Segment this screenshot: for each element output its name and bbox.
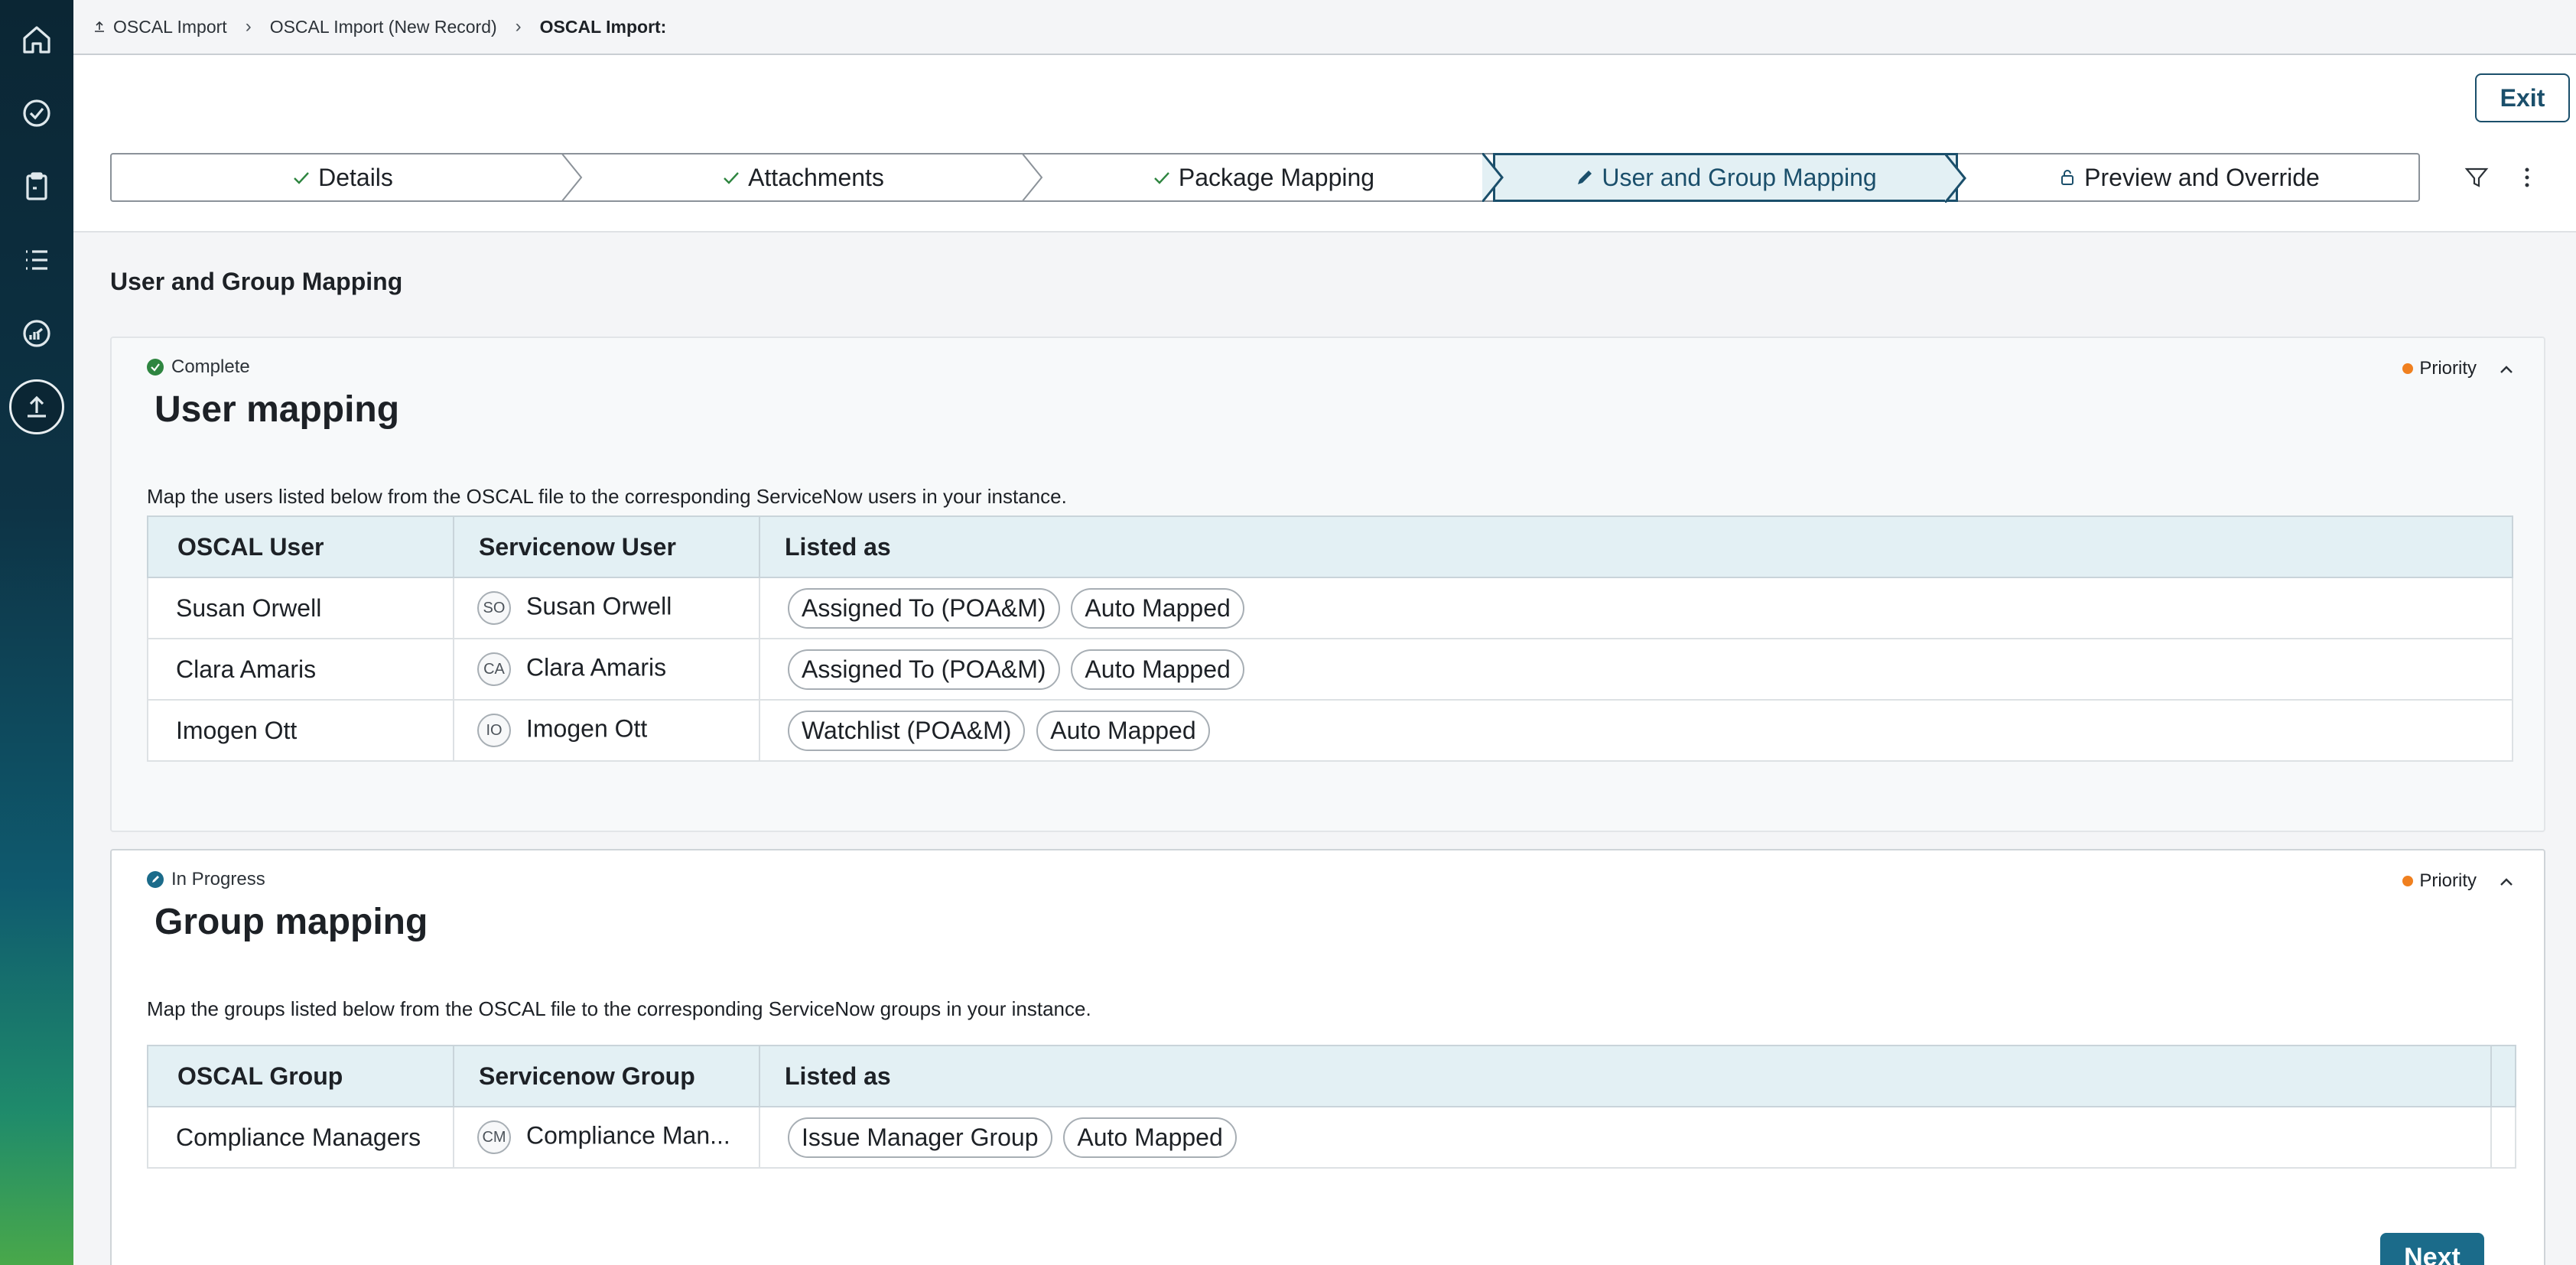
oscal-group-cell: Compliance Managers: [147, 1106, 454, 1169]
step-divider: [561, 153, 583, 202]
auto-mapped-tag: Auto Mapped: [1036, 710, 1210, 751]
group-mapping-card: In Progress Priority Group mapping Map t…: [110, 849, 2545, 1265]
servicenow-group-cell[interactable]: CM Compliance Man...: [453, 1106, 760, 1169]
servicenow-user-cell[interactable]: SO Susan Orwell: [453, 577, 760, 639]
check-icon: [724, 172, 739, 184]
auto-mapped-tag: Auto Mapped: [1071, 587, 1244, 629]
avatar: SO: [477, 591, 511, 625]
listed-as-tag: Issue Manager Group: [788, 1117, 1052, 1158]
breadcrumb-item-oscal-import[interactable]: OSCAL Import: [92, 17, 227, 37]
column-header[interactable]: Servicenow Group: [453, 1045, 760, 1107]
listed-as-cell: Assigned To (POA&M) Auto Mapped: [759, 577, 2513, 639]
next-button[interactable]: Next: [2380, 1233, 2484, 1265]
list-icon[interactable]: [9, 233, 64, 288]
chevron-up-icon[interactable]: [2496, 359, 2516, 379]
section-title: User and Group Mapping: [110, 268, 403, 295]
table-header-row: OSCAL User Servicenow User Listed as: [147, 515, 2513, 578]
table-row[interactable]: Susan Orwell SO Susan Orwell Assigned To …: [147, 577, 2513, 639]
chevron-up-icon[interactable]: [2496, 872, 2516, 892]
status-badge: Complete: [147, 356, 250, 378]
check-icon: [1154, 172, 1169, 184]
step-attachments[interactable]: Attachments: [572, 153, 1043, 202]
group-mapping-table: OSCAL Group Servicenow Group Listed as C…: [147, 1045, 2516, 1169]
column-header[interactable]: OSCAL User: [147, 515, 454, 578]
table-row[interactable]: Compliance Managers CM Compliance Man... …: [147, 1106, 2516, 1169]
main-content: User and Group Mapping Complete Priority…: [73, 233, 2576, 1265]
column-header[interactable]: Listed as: [759, 1045, 2492, 1107]
listed-as-tag: Watchlist (POA&M): [788, 710, 1026, 751]
in-progress-icon: [147, 871, 164, 888]
card-title: User mapping: [154, 389, 400, 430]
priority-dot-icon: [2402, 363, 2414, 374]
scrollbar-gutter: [2490, 1045, 2516, 1107]
step-user-group-mapping[interactable]: User and Group Mapping: [1493, 153, 1966, 203]
auto-mapped-tag: Auto Mapped: [1063, 1117, 1237, 1158]
filter-icon[interactable]: [2463, 164, 2490, 191]
status-badge: In Progress: [147, 869, 265, 890]
breadcrumb-item-current: OSCAL Import:: [539, 16, 667, 37]
listed-as-cell: Watchlist (POA&M) Auto Mapped: [759, 699, 2513, 762]
priority-indicator: Priority: [2402, 870, 2477, 892]
check-circle-icon: [147, 359, 164, 376]
wizard-header: Exit Details Attachments Package Mapping…: [73, 55, 2576, 233]
home-icon[interactable]: [9, 12, 64, 67]
servicenow-user-cell[interactable]: IO Imogen Ott: [453, 699, 760, 762]
breadcrumb-item-new-record[interactable]: OSCAL Import (New Record): [270, 17, 497, 37]
table-row[interactable]: Imogen Ott IO Imogen Ott Watchlist (POA&M…: [147, 699, 2513, 762]
table-header-row: OSCAL Group Servicenow Group Listed as: [147, 1045, 2516, 1107]
column-header[interactable]: OSCAL Group: [147, 1045, 454, 1107]
breadcrumb: OSCAL Import › OSCAL Import (New Record)…: [73, 0, 2576, 55]
avatar: CA: [477, 652, 511, 686]
wizard-stepper: Details Attachments Package Mapping User…: [110, 153, 2420, 203]
chevron-right-icon: ›: [245, 16, 252, 37]
step-divider: [1022, 153, 1043, 202]
left-nav-rail: [0, 0, 73, 1265]
check-circle-icon[interactable]: [9, 86, 64, 141]
column-header[interactable]: Listed as: [759, 515, 2513, 578]
step-package-mapping[interactable]: Package Mapping: [1033, 153, 1504, 202]
clipboard-icon[interactable]: [9, 159, 64, 214]
oscal-user-cell: Susan Orwell: [147, 577, 454, 639]
user-mapping-table: OSCAL User Servicenow User Listed as Sus…: [147, 515, 2513, 762]
priority-indicator: Priority: [2402, 358, 2477, 379]
oscal-user-cell: Imogen Ott: [147, 699, 454, 762]
listed-as-cell: Assigned To (POA&M) Auto Mapped: [759, 638, 2513, 701]
listed-as-tag: Assigned To (POA&M): [788, 587, 1060, 629]
card-description: Map the users listed below from the OSCA…: [147, 485, 1067, 508]
auto-mapped-tag: Auto Mapped: [1071, 649, 1244, 690]
exit-button[interactable]: Exit: [2475, 73, 2570, 122]
listed-as-tag: Assigned To (POA&M): [788, 649, 1060, 690]
upload-icon[interactable]: [9, 379, 64, 434]
step-details[interactable]: Details: [112, 153, 583, 202]
table-row[interactable]: Clara Amaris CA Clara Amaris Assigned To …: [147, 638, 2513, 701]
step-divider: [1945, 154, 1966, 203]
listed-as-cell: Issue Manager Group Auto Mapped: [759, 1106, 2492, 1169]
card-title: Group mapping: [154, 902, 428, 942]
avatar: CM: [477, 1120, 511, 1154]
oscal-user-cell: Clara Amaris: [147, 638, 454, 701]
dashboard-icon[interactable]: [9, 306, 64, 361]
user-mapping-card: Complete Priority User mapping Map the u…: [110, 337, 2545, 832]
upload-icon: [95, 21, 104, 32]
card-description: Map the groups listed below from the OSC…: [147, 997, 1091, 1020]
lock-icon: [2061, 170, 2074, 185]
pencil-icon: [1578, 171, 1592, 184]
priority-dot-icon: [2402, 876, 2414, 886]
check-icon: [294, 172, 309, 184]
more-options-icon[interactable]: [2513, 164, 2541, 191]
avatar: IO: [477, 714, 511, 747]
step-divider: [1482, 153, 1504, 202]
servicenow-user-cell[interactable]: CA Clara Amaris: [453, 638, 760, 701]
scrollbar-gutter: [2491, 1106, 2516, 1169]
step-preview-override[interactable]: Preview and Override: [1958, 154, 2418, 200]
column-header[interactable]: Servicenow User: [453, 515, 760, 578]
chevron-right-icon: ›: [515, 16, 522, 37]
